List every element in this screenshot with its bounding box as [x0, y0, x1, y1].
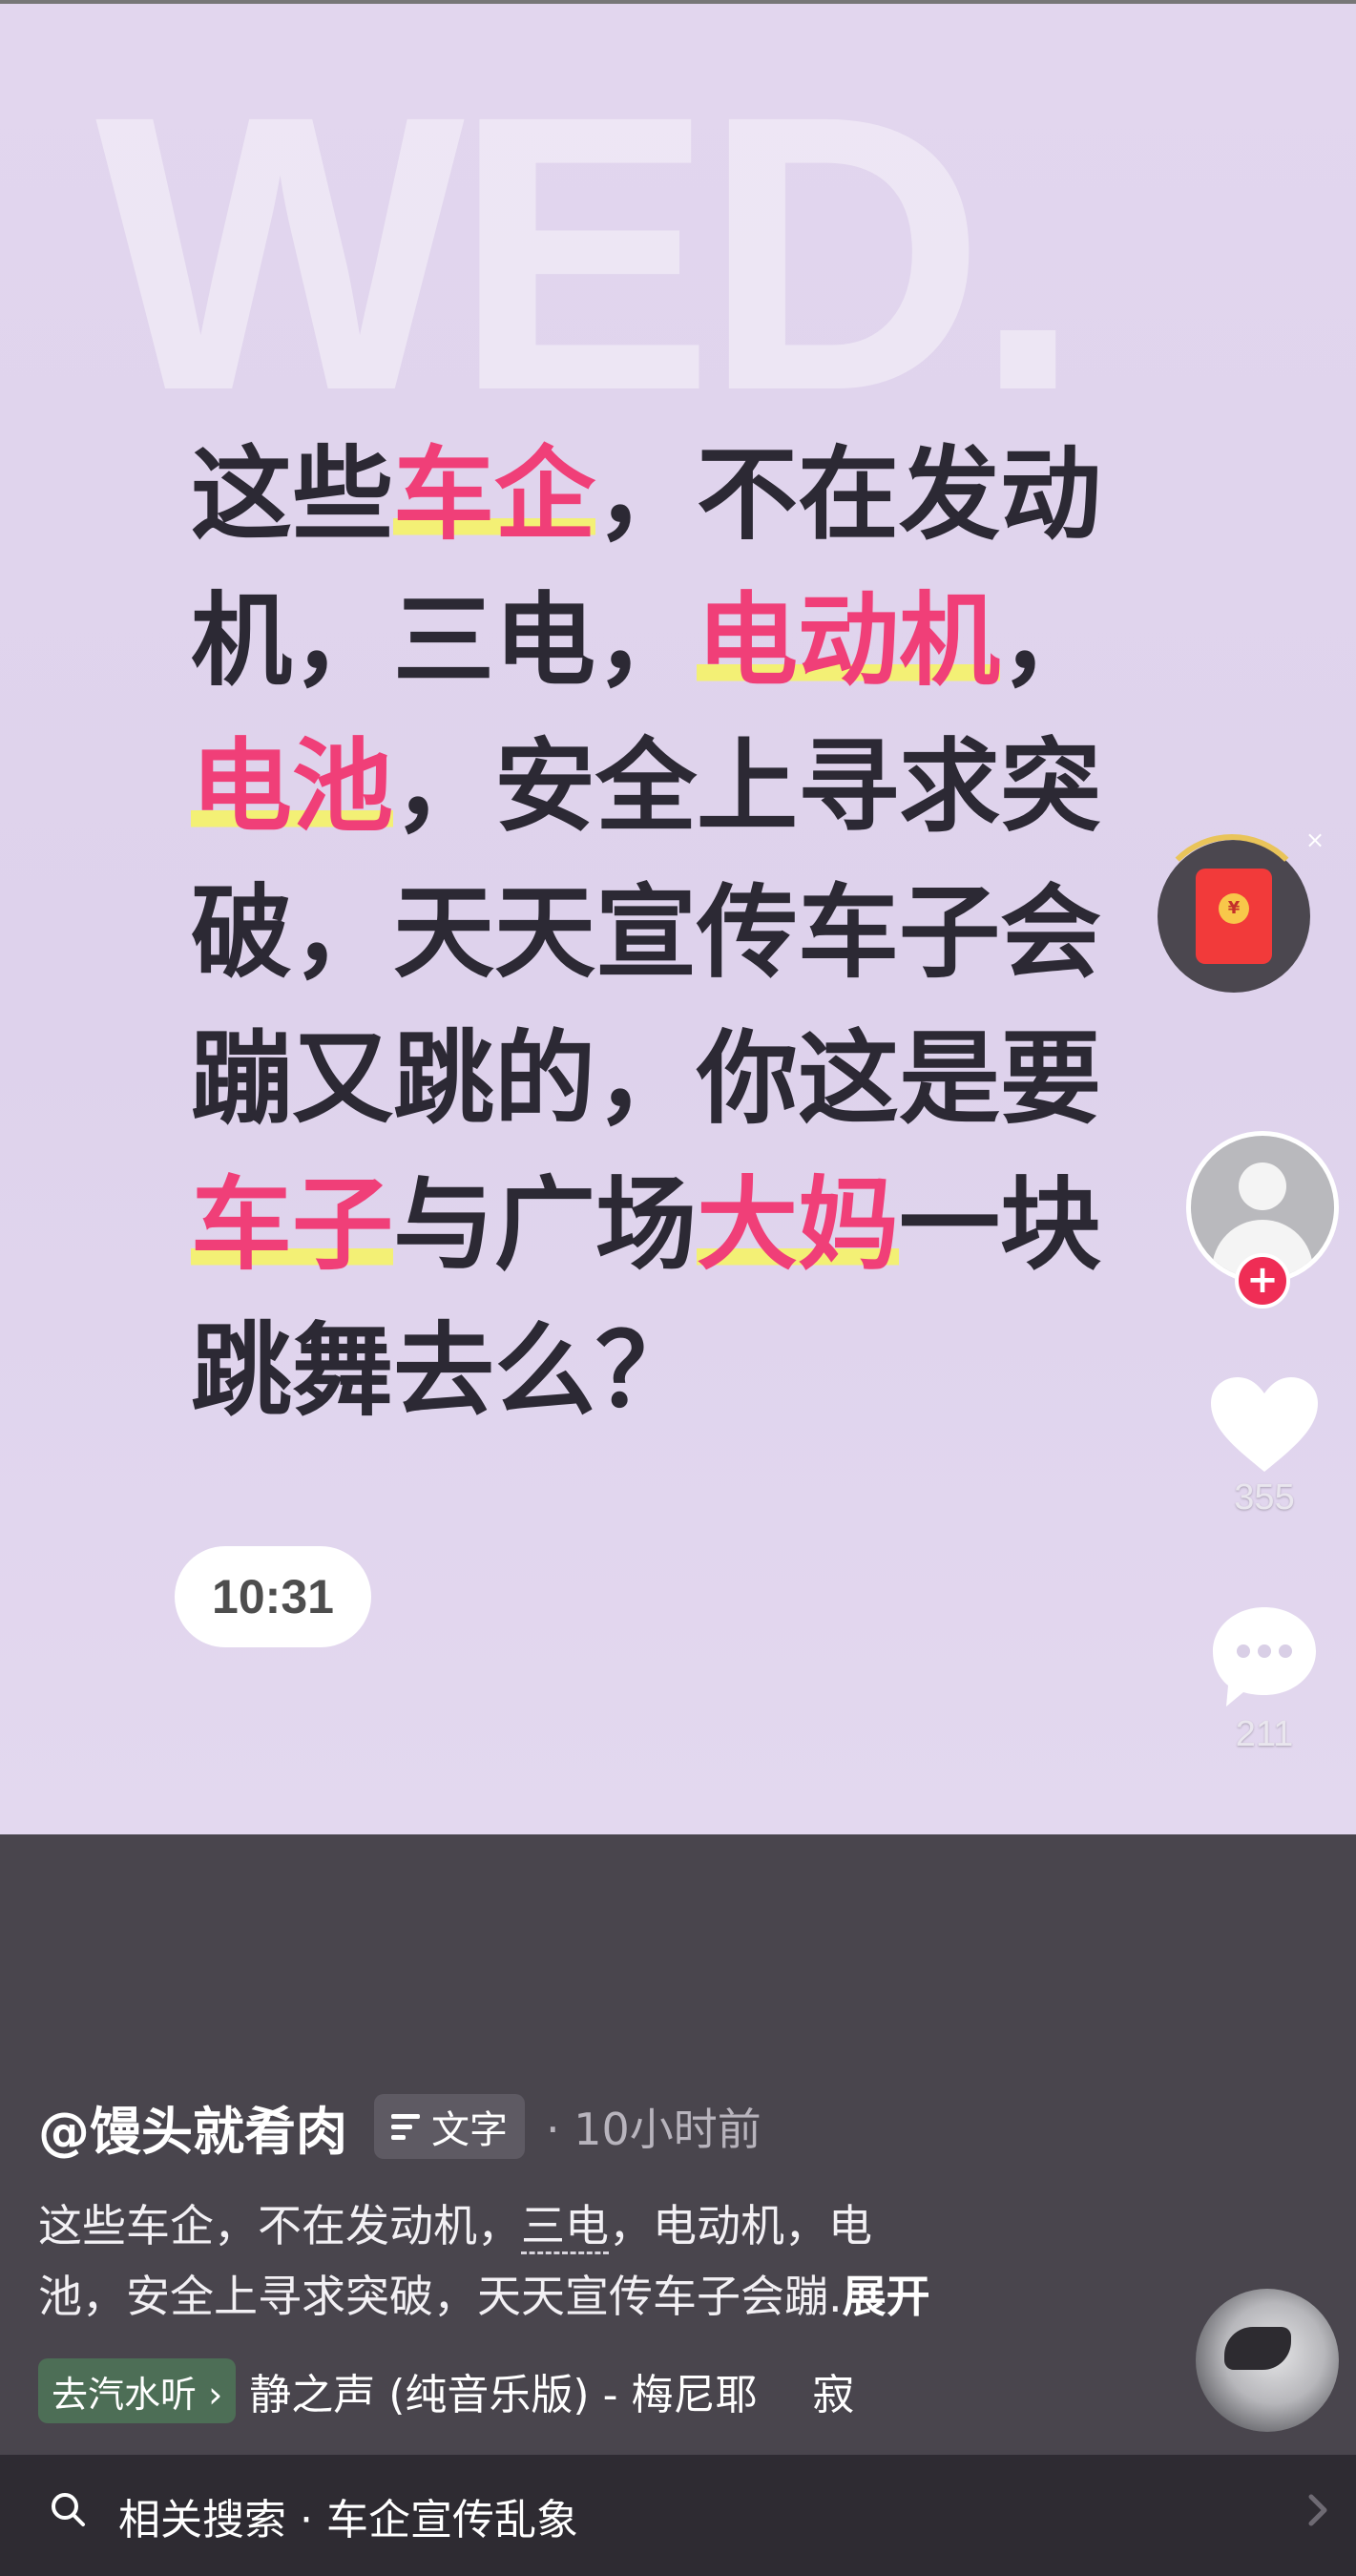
text-tag[interactable]: 文字	[374, 2094, 525, 2159]
related-search-text: 相关搜索 · 车企宣传乱象	[118, 2496, 578, 2545]
keyword-link[interactable]: 三电	[521, 2200, 609, 2254]
quote-line-2: 机，三电，电动机，	[191, 568, 1202, 714]
red-packet-button[interactable]: ¥	[1152, 834, 1312, 993]
quote-segment: 跳舞去么？	[191, 1312, 697, 1430]
quote-line-5: 蹦又跳的，你这是要	[191, 1006, 1202, 1152]
time-pill: 10:31	[175, 1546, 371, 1647]
top-edge	[0, 0, 1356, 4]
music-title[interactable]: 静之声 (纯音乐版) - 梅尼耶 寂	[249, 2360, 854, 2421]
follow-button[interactable]: +	[1235, 1253, 1290, 1309]
comment-button[interactable]: 211	[1193, 1603, 1336, 1755]
desc-line-1: 这些车企，不在发动机，三电，电动机，电	[38, 2190, 1059, 2261]
coin-icon: ¥	[1219, 893, 1249, 924]
text-tag-label: 文字	[431, 2108, 508, 2152]
red-packet-close-icon[interactable]: ×	[1305, 827, 1325, 853]
quote-segment: ，	[1000, 582, 1101, 700]
like-button[interactable]: 355	[1193, 1374, 1336, 1518]
quote-segment: 蹦又跳的，你这是要	[191, 1020, 1101, 1138]
comment-count: 211	[1235, 1714, 1294, 1754]
post-time: · 10小时前	[546, 2104, 761, 2155]
desc-line-2: 池，安全上寻求突破，天天宣传车子会蹦.展开	[38, 2271, 930, 2322]
like-count: 355	[1234, 1477, 1295, 1518]
highlighted-keyword: 车子	[191, 1166, 393, 1284]
quote-segment: 这些	[191, 436, 393, 554]
related-search-bar[interactable]: 相关搜索 · 车企宣传乱象	[0, 2455, 1356, 2576]
text-lines-icon	[391, 2108, 420, 2146]
highlighted-keyword: 车企	[393, 436, 595, 554]
music-row: 去汽水听 › 静之声 (纯音乐版) - 梅尼耶 寂	[38, 2357, 854, 2424]
quote-segment: 一块	[899, 1166, 1101, 1284]
author-name[interactable]: @馒头就肴肉	[38, 2089, 347, 2165]
highlighted-keyword: 电池	[191, 728, 393, 846]
author-line: @馒头就肴肉 文字 · 10小时前	[38, 2093, 761, 2162]
chevron-right-icon	[1308, 2494, 1327, 2526]
quote-text: 这些车企，不在发动 机，三电，电动机， 电池，安全上寻求突 破，天天宣传车子会 蹦又跳的…	[191, 422, 1202, 1444]
watermark-text: WED.	[95, 34, 1082, 471]
expand-button[interactable]: 展开	[843, 2271, 930, 2322]
quote-line-1: 这些车企，不在发动	[191, 422, 1202, 568]
music-disc[interactable]	[1196, 2289, 1339, 2432]
heart-icon	[1211, 1377, 1318, 1472]
music-app-button[interactable]: 去汽水听 ›	[38, 2358, 237, 2423]
quote-segment: 机，三电，	[191, 582, 697, 700]
comment-icon	[1213, 1607, 1316, 1707]
red-envelope-icon: ¥	[1196, 869, 1272, 964]
post-description[interactable]: 这些车企，不在发动机，三电，电动机，电 池，安全上寻求突破，天天宣传车子会蹦.展…	[38, 2190, 1059, 2332]
quote-line-3: 电池，安全上寻求突	[191, 714, 1202, 860]
quote-segment: ，安全上寻求突	[393, 728, 1101, 846]
quote-segment: ，不在发动	[595, 436, 1101, 554]
quote-line-7: 跳舞去么？	[191, 1298, 1202, 1444]
author-avatar[interactable]: +	[1186, 1131, 1339, 1309]
quote-segment: 破，天天宣传车子会	[191, 874, 1101, 992]
quote-segment: 与广场	[393, 1166, 697, 1284]
search-icon	[52, 2493, 85, 2526]
quote-line-4: 破，天天宣传车子会	[191, 860, 1202, 1006]
highlighted-keyword: 大妈	[697, 1166, 899, 1284]
quote-line-6: 车子与广场大妈一块	[191, 1152, 1202, 1298]
highlighted-keyword: 电动机	[697, 582, 1000, 700]
